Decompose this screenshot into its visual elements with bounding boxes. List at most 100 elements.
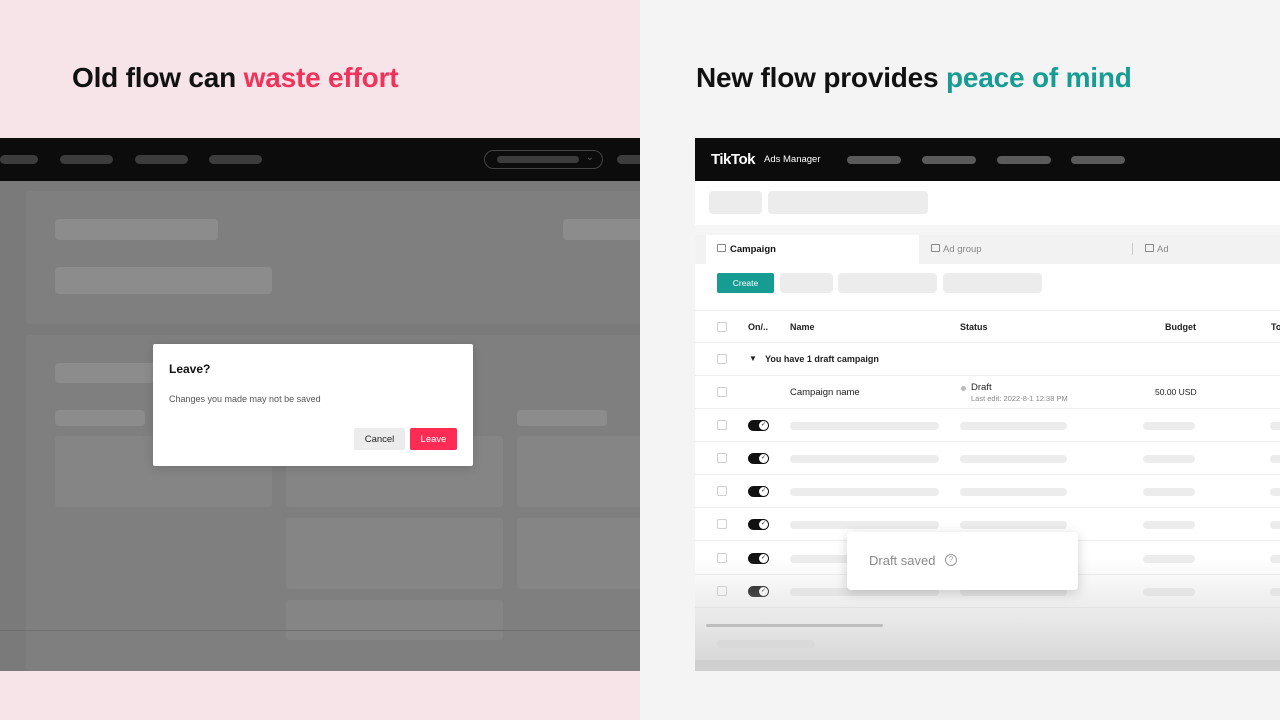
old-flow-headline: Old flow can waste effort (72, 62, 399, 94)
budget-value: 50.00 USD (1155, 387, 1197, 397)
section-gap (695, 225, 1280, 235)
row-checkbox[interactable] (717, 486, 727, 496)
headline-accent: peace of mind (946, 62, 1132, 93)
skeleton-bar (55, 363, 165, 383)
check-icon: ✓ (759, 421, 768, 430)
skeleton-bar (1270, 455, 1280, 463)
dialog-title: Leave? (169, 362, 211, 376)
skeleton-bar (1270, 422, 1280, 430)
horizontal-scrollbar[interactable] (706, 624, 883, 627)
row-checkbox[interactable] (717, 420, 727, 430)
last-edit-time: Last edit: 2022-8-1 12:38 PM (971, 394, 1068, 403)
nav-placeholder (135, 155, 188, 164)
skeleton-bar (1143, 422, 1195, 430)
cancel-button[interactable]: Cancel (354, 428, 405, 450)
check-icon: ✓ (759, 520, 768, 529)
toolbar-placeholder (780, 273, 833, 293)
skeleton-bar (55, 410, 145, 426)
skeleton-bar (790, 422, 939, 430)
row-checkbox[interactable] (717, 519, 727, 529)
skeleton-bar (1270, 521, 1280, 529)
old-app-screenshot: ⌄ Leave? Changes you made may not be sav… (0, 138, 640, 671)
status-toggle[interactable]: ✓ (748, 486, 769, 497)
skeleton-block (517, 436, 640, 507)
ad-group-icon (931, 244, 940, 252)
skeleton-bar (960, 422, 1067, 430)
ad-icon (1145, 244, 1154, 252)
skeleton-bar (1143, 488, 1195, 496)
tab-label: Ad group (943, 244, 982, 255)
ads-manager-label: Ads Manager (764, 154, 821, 165)
toolbar-placeholder (838, 273, 937, 293)
folder-icon (717, 244, 726, 252)
leave-dialog: Leave? Changes you made may not be saved… (153, 344, 473, 466)
status-toggle[interactable]: ✓ (748, 420, 769, 431)
skeleton-bar (55, 219, 218, 240)
row-checkbox[interactable] (717, 354, 727, 364)
skeleton-bar (790, 455, 939, 463)
nav-placeholder (0, 155, 38, 164)
placeholder-card (26, 191, 640, 324)
headline-accent: waste effort (243, 62, 399, 93)
column-budget[interactable]: Budget (1165, 322, 1196, 332)
nav-placeholder (922, 156, 976, 164)
table-row[interactable]: ✓ (695, 442, 1280, 475)
status-badge: Draft (971, 382, 992, 393)
skeleton-bar (1143, 521, 1195, 529)
ads-manager-top-nav: TikTok Ads Manager (695, 138, 1280, 181)
new-flow-panel: New flow provides peace of mind TikTok A… (640, 0, 1280, 720)
create-button[interactable]: Create (717, 273, 774, 293)
skeleton-block (286, 518, 503, 589)
column-name[interactable]: Name (790, 322, 815, 332)
nav-placeholder (617, 155, 640, 164)
ads-manager-screenshot: TikTok Ads Manager Campaign Ad group Ad … (695, 138, 1280, 671)
draft-group-label: You have 1 draft campaign (765, 354, 879, 364)
check-icon: ✓ (759, 454, 768, 463)
skeleton-block (286, 600, 503, 640)
skeleton-bar (790, 521, 939, 529)
account-select[interactable]: ⌄ (484, 150, 603, 169)
draft-saved-toast: Draft saved ? (847, 532, 1078, 590)
headline-prefix: New flow provides (696, 62, 946, 93)
tab-label: Ad (1157, 244, 1169, 255)
skeleton-bar (563, 219, 640, 240)
column-total[interactable]: To (1271, 322, 1280, 332)
skeleton-bar (960, 488, 1067, 496)
nav-placeholder (997, 156, 1051, 164)
nav-placeholder (209, 155, 262, 164)
nav-placeholder (60, 155, 113, 164)
table-row[interactable]: ✓ (695, 475, 1280, 508)
tab-label: Campaign (730, 244, 776, 255)
tiktok-logo[interactable]: TikTok (711, 151, 755, 168)
column-status[interactable]: Status (960, 322, 988, 332)
leave-button[interactable]: Leave (410, 428, 457, 450)
tab-divider (1132, 243, 1133, 255)
question-circle-icon[interactable]: ? (945, 554, 957, 566)
campaign-name[interactable]: Campaign name (790, 387, 860, 398)
caret-down-icon[interactable]: ▼ (749, 354, 757, 363)
toast-text: Draft saved (869, 553, 936, 568)
old-top-nav: ⌄ (0, 138, 640, 181)
select-all-checkbox[interactable] (717, 322, 727, 332)
draft-group-row[interactable]: ▼ You have 1 draft campaign (695, 343, 1280, 376)
breadcrumb (695, 181, 1280, 225)
status-toggle[interactable]: ✓ (748, 519, 769, 530)
table-row[interactable]: ✓ (695, 409, 1280, 442)
dialog-message: Changes you made may not be saved (169, 394, 321, 404)
toolbar-placeholder (943, 273, 1042, 293)
row-checkbox[interactable] (717, 453, 727, 463)
nav-placeholder (847, 156, 901, 164)
headline-prefix: Old flow can (72, 62, 244, 93)
nav-placeholder (1071, 156, 1125, 164)
skeleton-bar (517, 410, 607, 426)
skeleton-bar (709, 191, 762, 214)
draft-campaign-row[interactable]: Campaign name Draft Last edit: 2022-8-1 … (695, 376, 1280, 409)
column-onoff[interactable]: On/.. (748, 322, 768, 332)
row-checkbox[interactable] (717, 387, 727, 397)
status-dot (961, 386, 966, 391)
tab-campaign[interactable]: Campaign (706, 235, 919, 264)
skeleton-bar (55, 267, 272, 294)
status-toggle[interactable]: ✓ (748, 453, 769, 464)
old-flow-panel: Old flow can waste effort ⌄ Leave? Chang… (0, 0, 640, 720)
skeleton-block (517, 518, 640, 589)
